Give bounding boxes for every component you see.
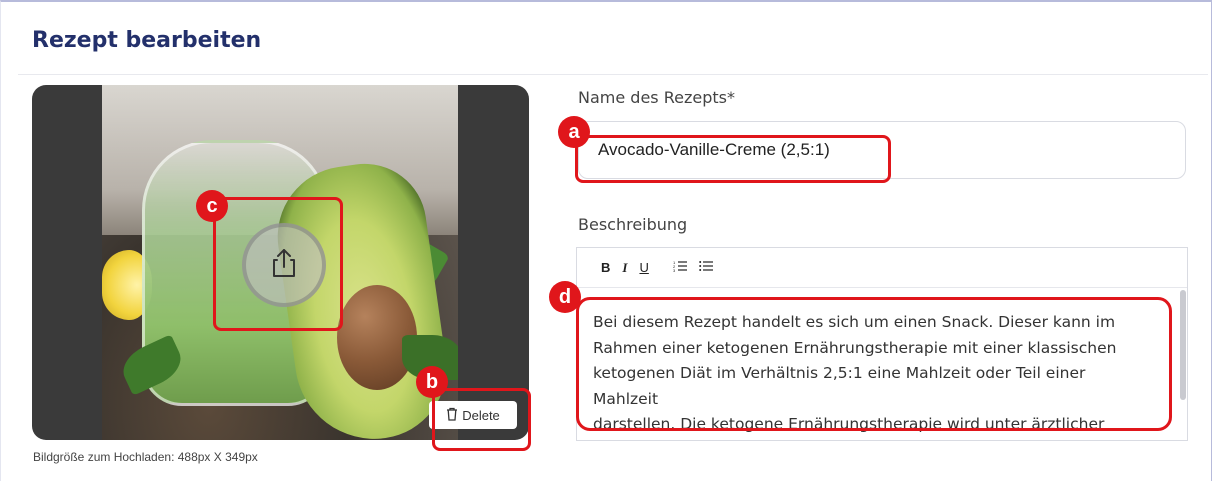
description-scrollbar[interactable] <box>1180 290 1186 400</box>
upload-image-button[interactable] <box>242 223 326 307</box>
recipe-name-input[interactable] <box>578 121 1186 179</box>
recipe-image-card: Delete <box>32 85 529 440</box>
title-divider <box>18 74 1208 75</box>
image-size-hint: Bildgröße zum Hochladen: 488px X 349px <box>33 450 258 464</box>
description-line: ketogenen Diät im Verhältnis 2,5:1 eine … <box>593 364 1086 408</box>
underline-button[interactable]: U <box>633 260 654 275</box>
upload-icon <box>267 246 301 284</box>
description-line: Bei diesem Rezept handelt es sich um ein… <box>593 313 1116 331</box>
editor-toolbar: B I U 1 2 3 <box>577 248 1187 288</box>
badge-c: c <box>196 190 228 222</box>
badge-b: b <box>416 366 448 398</box>
description-label: Beschreibung <box>578 215 688 234</box>
badge-a: a <box>558 116 590 148</box>
ordered-list-button[interactable]: 1 2 3 <box>667 260 693 275</box>
description-line: darstellen. Die ketogene Ernährungsthera… <box>593 415 1105 433</box>
bullet-list-icon <box>699 260 713 275</box>
svg-text:3: 3 <box>673 268 676 272</box>
delete-label: Delete <box>462 407 500 423</box>
page-title: Rezept bearbeiten <box>32 28 262 53</box>
bullet-list-button[interactable] <box>693 260 719 275</box>
recipe-name-label: Name des Rezepts* <box>578 88 735 107</box>
description-editor: B I U 1 2 3 Bei diesem Rezept handelt es… <box>576 247 1188 441</box>
trash-icon <box>446 407 458 424</box>
badge-d: d <box>549 281 581 313</box>
italic-button[interactable]: I <box>616 260 633 276</box>
delete-image-button[interactable]: Delete <box>429 401 517 429</box>
description-text[interactable]: Bei diesem Rezept handelt es sich um ein… <box>593 310 1153 438</box>
bold-button[interactable]: B <box>595 260 616 275</box>
description-line: Rahmen einer ketogenen Ernährungstherapi… <box>593 338 1117 357</box>
ordered-list-icon: 1 2 3 <box>673 260 687 275</box>
